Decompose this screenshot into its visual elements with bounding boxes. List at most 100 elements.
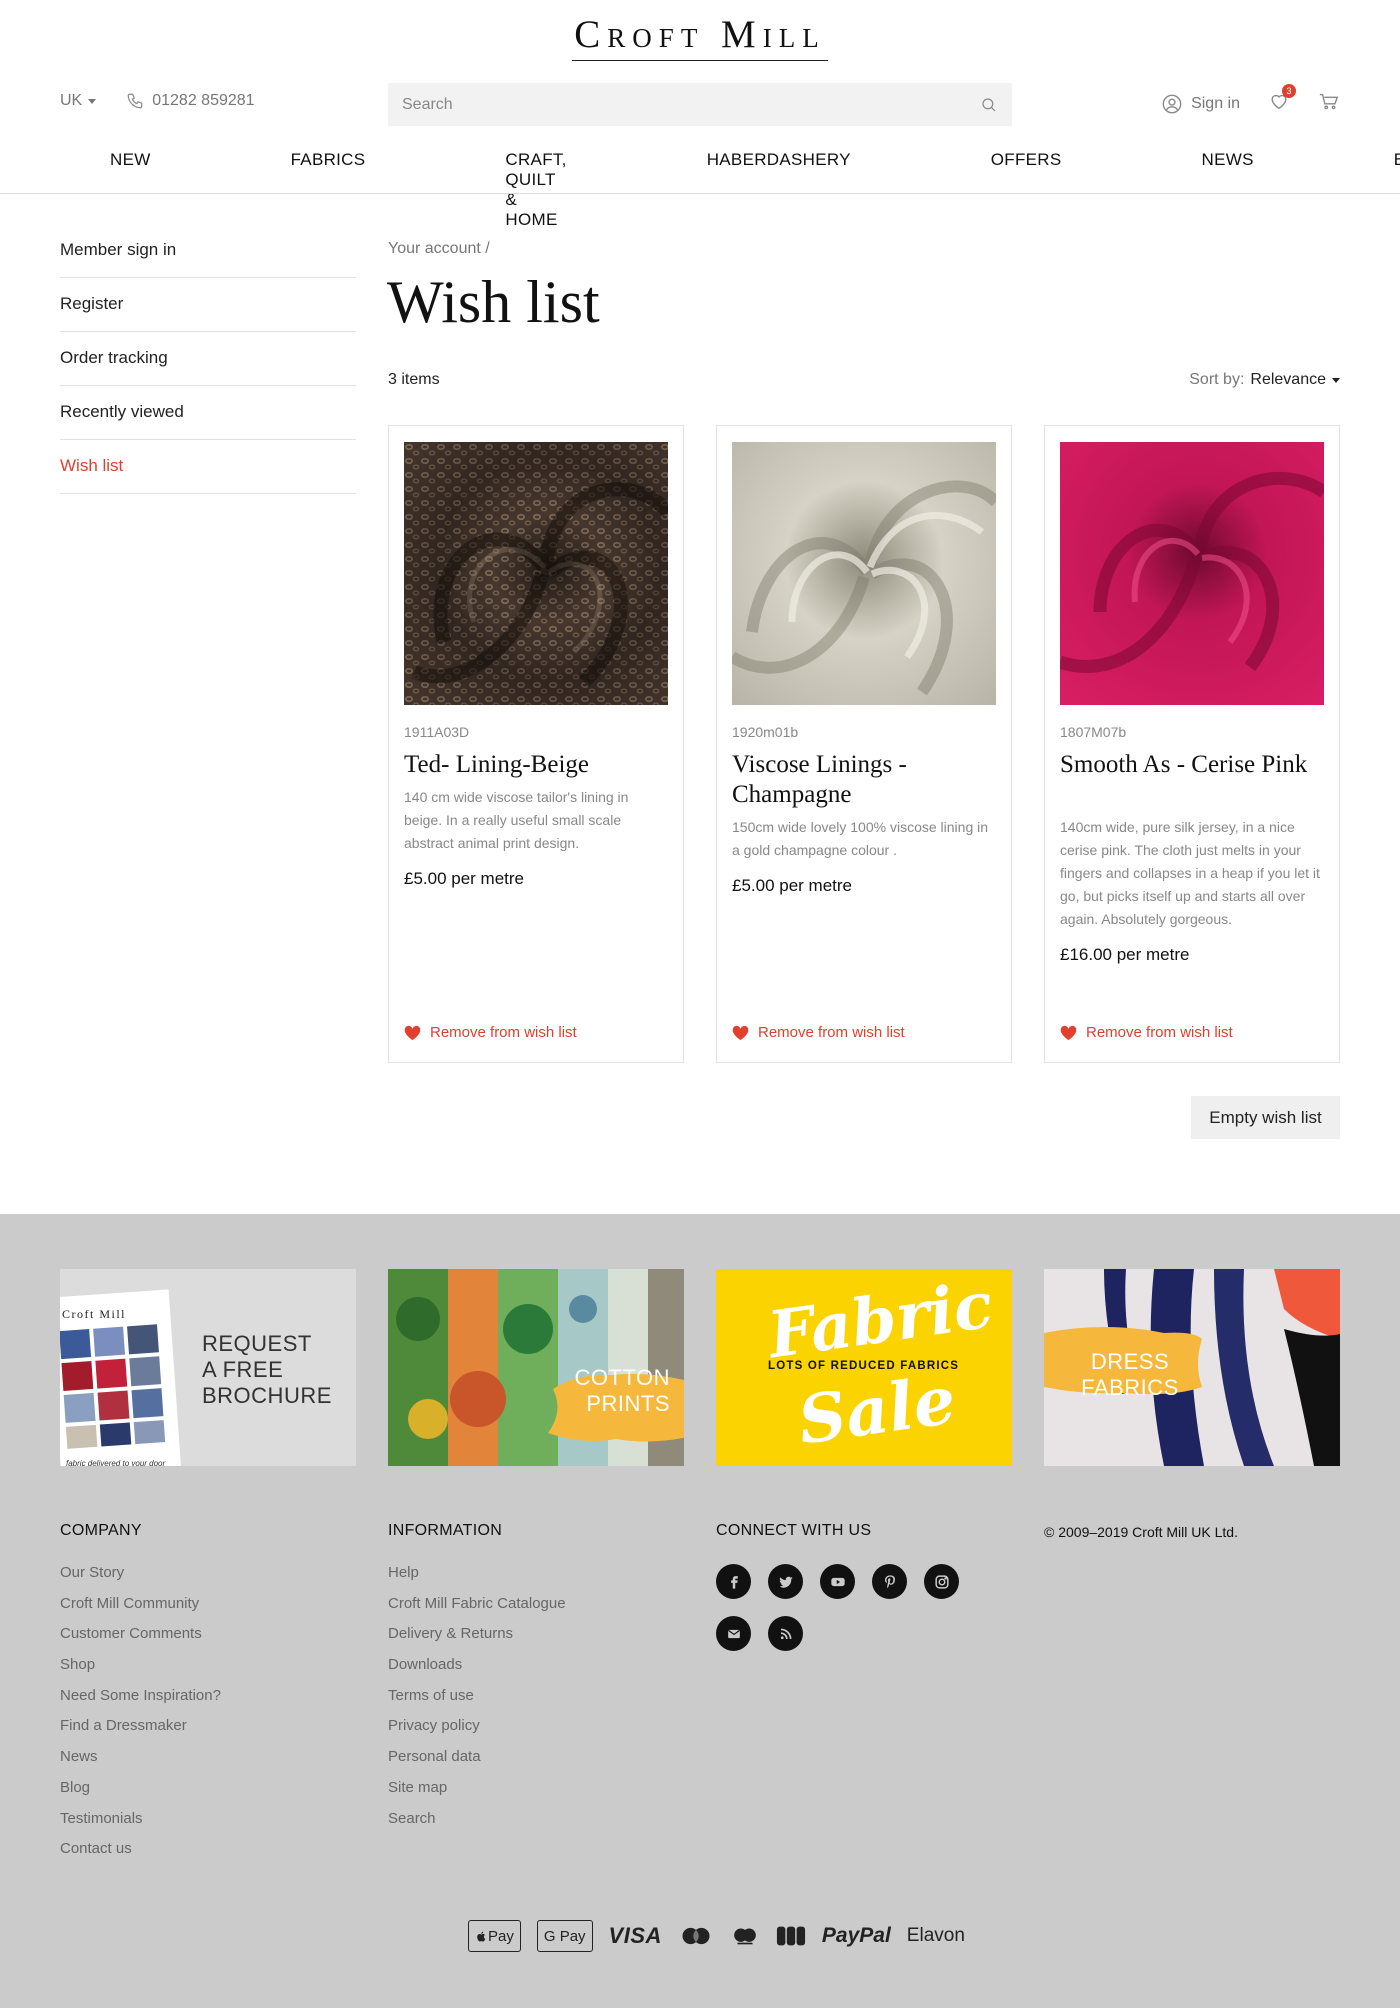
search-bar — [388, 83, 1012, 126]
footer-link[interactable]: Delivery & Returns — [388, 1625, 566, 1656]
promo-fabric-sale[interactable]: Fabric LOTS OF REDUCED FABRICS Sale — [716, 1269, 1012, 1466]
sort-dropdown[interactable]: Relevance — [1250, 371, 1340, 389]
google-pay-logo: G Pay — [536, 1920, 593, 1952]
product-image[interactable] — [404, 442, 668, 705]
search-icon[interactable] — [980, 96, 998, 114]
heart-icon — [1060, 1025, 1077, 1040]
empty-wishlist-button[interactable]: Empty wish list — [1191, 1096, 1340, 1139]
site-logo[interactable]: Croft Mill — [0, 13, 1400, 61]
footer-link[interactable]: Our Story — [60, 1564, 221, 1595]
pinterest-icon[interactable] — [872, 1564, 907, 1599]
product-details: 140cm wide, pure silk jersey, in a nice … — [1060, 816, 1324, 965]
wishlist-count-badge: 3 — [1282, 84, 1296, 98]
product-image[interactable] — [732, 442, 996, 705]
promo-cotton-prints[interactable]: COTTON PRINTS — [388, 1269, 684, 1466]
nav-news[interactable]: NEWS — [1132, 146, 1324, 234]
sale-word-sale: Sale — [793, 1360, 961, 1460]
rss-icon[interactable] — [768, 1616, 803, 1651]
basket-link[interactable] — [1318, 90, 1340, 117]
cotton-prints-label: COTTON PRINTS — [574, 1365, 670, 1416]
remove-from-wishlist-button[interactable]: Remove from wish list — [1060, 1024, 1233, 1041]
apple-pay-text: Pay — [488, 1927, 514, 1945]
footer-link[interactable]: Personal data — [388, 1748, 566, 1779]
youtube-icon[interactable] — [820, 1564, 855, 1599]
copyright-text: © 2009–2019 Croft Mill UK Ltd. — [1044, 1524, 1238, 1540]
instagram-icon[interactable] — [924, 1564, 959, 1599]
product-sku: 1920m01b — [732, 724, 799, 740]
product-price: £5.00 per metre — [404, 869, 525, 888]
nav-new[interactable]: NEW — [60, 146, 221, 234]
header-divider — [0, 193, 1400, 194]
sign-in-link[interactable]: Sign in — [1161, 93, 1240, 115]
email-icon[interactable] — [716, 1616, 751, 1651]
nav-fabrics[interactable]: FABRICS — [221, 146, 436, 234]
product-price: £5.00 per metre — [732, 876, 853, 895]
items-count: 3 items — [388, 371, 440, 388]
product-name[interactable]: Viscose Linings - Champagne — [732, 750, 996, 810]
footer-link[interactable]: Terms of use — [388, 1687, 566, 1718]
apple-pay-logo: Pay — [468, 1920, 521, 1952]
nav-offers[interactable]: OFFERS — [921, 146, 1132, 234]
product-sku: 1911A03D — [404, 724, 470, 740]
product-name[interactable]: Ted- Lining-Beige — [404, 750, 668, 780]
footer-connect: CONNECT WITH US — [716, 1522, 976, 1651]
site-footer: Croft Mill fabric delivered to your door… — [0, 1214, 1400, 2008]
sidebar-item-wish-list[interactable]: Wish list — [60, 440, 356, 494]
sidebar-item-recently-viewed[interactable]: Recently viewed — [60, 386, 356, 440]
wishlist-product-card: 1911A03D Ted- Lining-Beige 140 cm wide v… — [388, 425, 684, 1063]
footer-link[interactable]: Shop — [60, 1656, 221, 1687]
sign-in-label: Sign in — [1191, 94, 1240, 112]
footer-link[interactable]: Find a Dressmaker — [60, 1717, 221, 1748]
sidebar-item-order-tracking[interactable]: Order tracking — [60, 332, 356, 386]
wishlist-product-card: 1807M07b Smooth As - Cerise Pink 140cm w… — [1044, 425, 1340, 1063]
sort-value: Relevance — [1250, 371, 1326, 388]
promo-dress-fabrics[interactable]: DRESS FABRICS — [1044, 1269, 1340, 1466]
footer-link[interactable]: Help — [388, 1564, 566, 1595]
footer-link[interactable]: Need Some Inspiration? — [60, 1687, 221, 1718]
remove-from-wishlist-button[interactable]: Remove from wish list — [404, 1024, 577, 1041]
product-image[interactable] — [1060, 442, 1324, 705]
footer-link[interactable]: Contact us — [60, 1840, 221, 1871]
search-input[interactable] — [402, 95, 980, 114]
country-label: UK — [60, 92, 83, 109]
footer-link[interactable]: Croft Mill Community — [60, 1595, 221, 1626]
wishlist-link[interactable]: 3 — [1268, 84, 1296, 117]
footer-link[interactable]: Customer Comments — [60, 1625, 221, 1656]
remove-label: Remove from wish list — [430, 1024, 577, 1041]
phone-icon — [127, 93, 143, 109]
footer-link[interactable]: Downloads — [388, 1656, 566, 1687]
footer-link[interactable]: News — [60, 1748, 221, 1779]
account-sidebar: Member sign in Register Order tracking R… — [60, 224, 356, 494]
maestro-icon — [730, 1920, 760, 1952]
footer-link[interactable]: Testimonials — [60, 1810, 221, 1841]
heart-icon — [404, 1025, 421, 1040]
main-navigation: NEW FABRICS CRAFT, QUILT & HOME HABERDAS… — [60, 146, 1400, 234]
sidebar-item-member-sign-in[interactable]: Member sign in — [60, 224, 356, 278]
product-name[interactable]: Smooth As - Cerise Pink — [1060, 750, 1324, 780]
footer-connect-heading: CONNECT WITH US — [716, 1522, 872, 1539]
phone-number: 01282 859281 — [152, 92, 255, 109]
footer-link[interactable]: Privacy policy — [388, 1717, 566, 1748]
footer-information-heading: INFORMATION — [388, 1522, 503, 1539]
visa-logo: VISA — [608, 1923, 662, 1948]
footer-link[interactable]: Croft Mill Fabric Catalogue — [388, 1595, 566, 1626]
footer-link[interactable]: Search — [388, 1810, 566, 1841]
footer-link[interactable]: Blog — [60, 1779, 221, 1810]
remove-label: Remove from wish list — [758, 1024, 905, 1041]
promo-free-brochure[interactable]: Croft Mill fabric delivered to your door… — [60, 1269, 356, 1466]
sidebar-item-register[interactable]: Register — [60, 278, 356, 332]
remove-from-wishlist-button[interactable]: Remove from wish list — [732, 1024, 905, 1041]
nav-haberdashery[interactable]: HABERDASHERY — [637, 146, 921, 234]
phone-link[interactable]: 01282 859281 — [126, 92, 255, 110]
footer-link[interactable]: Site map — [388, 1779, 566, 1810]
nav-craft-quilt-home[interactable]: CRAFT, QUILT & HOME — [435, 146, 636, 234]
twitter-icon[interactable] — [768, 1564, 803, 1599]
brochure-logo: Croft Mill — [62, 1307, 127, 1321]
brochure-label: REQUEST A FREE BROCHURE — [202, 1331, 332, 1408]
country-selector[interactable]: UK — [60, 92, 97, 110]
remove-label: Remove from wish list — [1086, 1024, 1233, 1041]
footer-company-heading: COMPANY — [60, 1522, 142, 1539]
facebook-icon[interactable] — [716, 1564, 751, 1599]
nav-blog[interactable]: BLOG — [1324, 146, 1400, 234]
breadcrumb[interactable]: Your account / — [388, 240, 490, 258]
